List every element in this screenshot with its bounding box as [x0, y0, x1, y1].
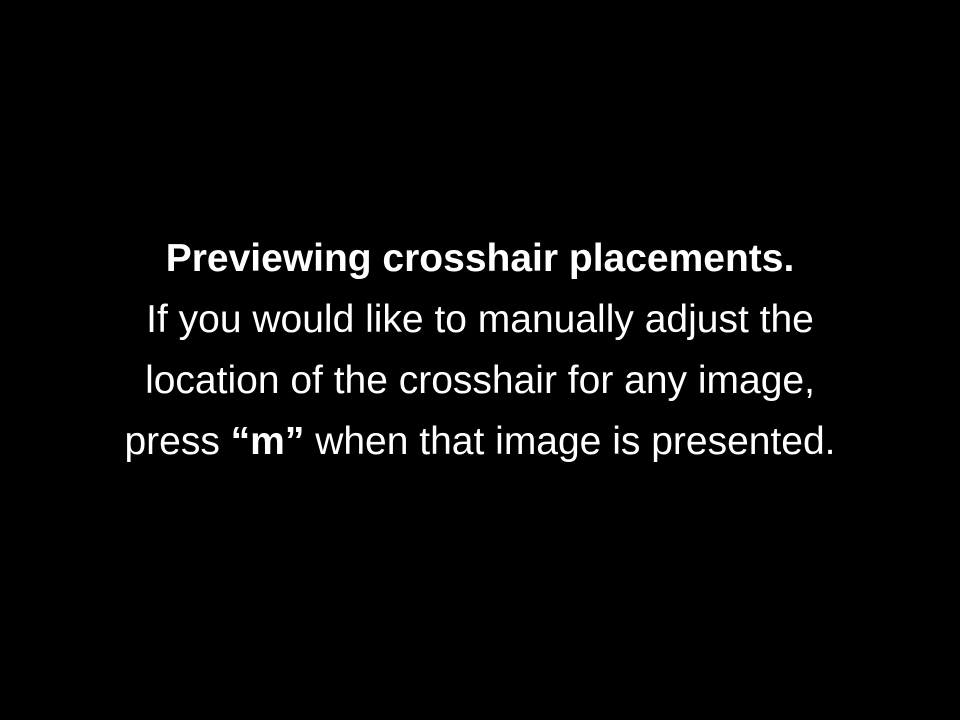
instruction-line-1: If you would like to manually adjust the — [146, 298, 814, 341]
instruction-line-2: location of the crosshair for any image, — [145, 359, 815, 402]
instruction-line-3: press “m” when that image is presented. — [0, 411, 960, 472]
instruction-screen: Previewing crosshair placements. If you … — [0, 0, 960, 720]
instruction-message: Previewing crosshair placements. If you … — [0, 228, 960, 472]
instruction-heading: Previewing crosshair placements. — [165, 237, 795, 280]
instruction-line-3-suffix: when that image is presented. — [304, 420, 836, 463]
manual-adjust-key: “m” — [230, 420, 305, 463]
instruction-line-3-prefix: press — [124, 420, 231, 463]
